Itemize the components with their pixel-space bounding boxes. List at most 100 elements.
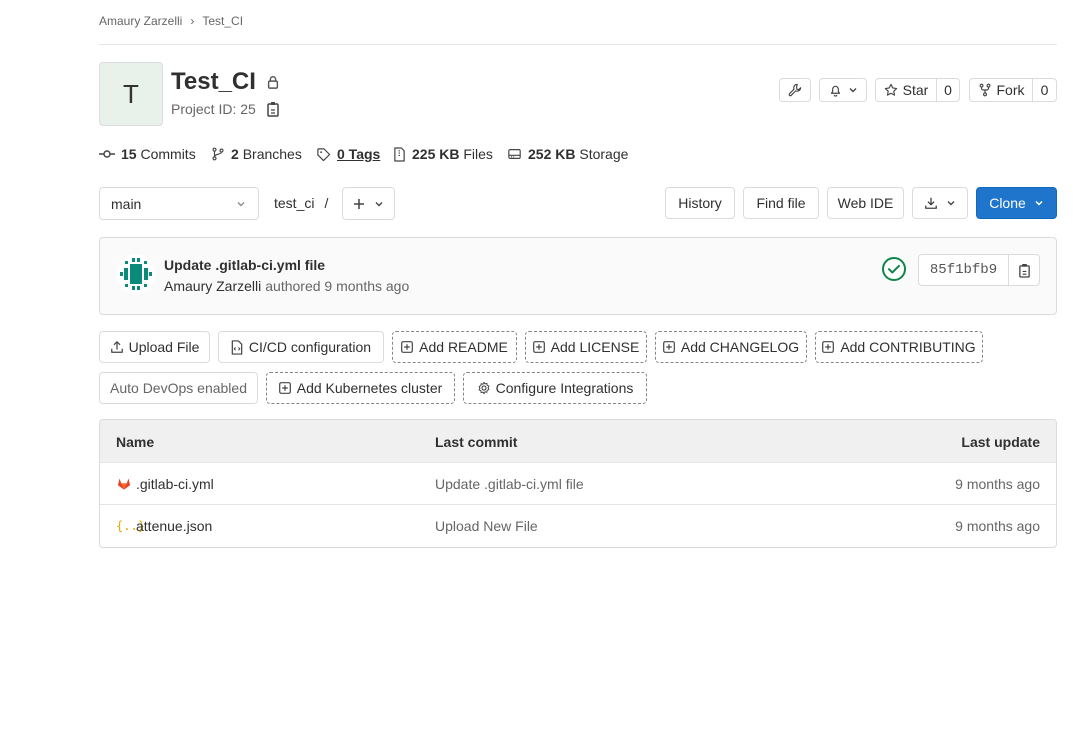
branch-selector[interactable]: main (99, 187, 259, 220)
auto-devops-button[interactable]: Auto DevOps enabled (99, 372, 258, 404)
add-kubernetes-cluster-label: Add Kubernetes cluster (296, 380, 443, 396)
project-title-row: Test_CI (171, 68, 280, 96)
project-id-row: Project ID: 25 (171, 101, 280, 117)
commit-icon (99, 149, 115, 159)
settings-button[interactable] (779, 78, 811, 102)
column-header-last-commit: Last commit (435, 433, 518, 450)
clipboard-icon (1018, 263, 1031, 278)
chevron-down-icon (236, 199, 246, 209)
page-title: Test_CI (171, 68, 256, 95)
plus-square-icon (532, 341, 545, 353)
branch-selector-value: main (111, 195, 142, 212)
plus-square-icon (822, 341, 835, 353)
cicd-configuration-button[interactable]: CI/CD configuration (218, 331, 384, 363)
tags-stat[interactable]: 0 Tags (316, 146, 380, 162)
commit-byline: Amaury Zarzelli authored 9 months ago (164, 278, 409, 294)
star-button[interactable]: Star (875, 78, 937, 102)
add-contributing-label: Add CONTRIBUTING (840, 339, 976, 355)
add-license-button[interactable]: Add LICENSE (525, 331, 647, 363)
add-license-label: Add LICENSE (550, 339, 640, 355)
chevron-down-icon (946, 198, 956, 208)
upload-icon (110, 340, 124, 354)
add-contributing-button[interactable]: Add CONTRIBUTING (815, 331, 983, 363)
upload-file-label: Upload File (128, 339, 200, 355)
tags-link[interactable]: 0 Tags (337, 146, 380, 162)
project-avatar-letter: T (123, 78, 139, 109)
commit-message[interactable]: Update .gitlab-ci.yml file (164, 257, 325, 273)
branches-label: Branches (242, 146, 302, 162)
commits-stat[interactable]: 15 Commits (99, 146, 196, 162)
fork-icon (978, 83, 992, 97)
notifications-dropdown[interactable] (819, 78, 867, 102)
files-size: 225 KB (412, 146, 460, 162)
history-button[interactable]: History (665, 187, 735, 219)
find-file-label: Find file (756, 195, 806, 211)
fork-count[interactable]: 0 (1032, 78, 1057, 102)
doc-code-icon (231, 339, 243, 355)
storage-stat[interactable]: 252 KB Storage (507, 146, 628, 162)
star-count-value: 0 (944, 82, 952, 98)
branch-icon (211, 147, 225, 161)
storage-size: 252 KB (528, 146, 576, 162)
header-divider (99, 44, 1057, 45)
fork-button[interactable]: Fork (969, 78, 1033, 102)
table-row[interactable]: {..} attenue.json Upload New File 9 mont… (100, 504, 1056, 546)
author-avatar[interactable] (116, 254, 156, 294)
repo-path-separator: / (324, 195, 329, 211)
file-last-update: 9 months ago (955, 475, 1040, 492)
project-id: Project ID: 25 (171, 101, 256, 117)
commit-sha-value: 85f1bfb9 (929, 262, 998, 278)
plus-icon (353, 198, 365, 210)
commit-meta: authored 9 months ago (265, 278, 410, 294)
star-icon (884, 83, 898, 97)
add-changelog-label: Add CHANGELOG (680, 339, 800, 355)
pipeline-status-icon[interactable] (881, 256, 907, 282)
add-kubernetes-cluster-button[interactable]: Add Kubernetes cluster (266, 372, 455, 404)
upload-file-button[interactable]: Upload File (99, 331, 210, 363)
column-header-last-update: Last update (961, 433, 1040, 450)
file-last-update: 9 months ago (955, 517, 1040, 534)
add-to-tree-dropdown[interactable] (342, 187, 395, 220)
find-file-button[interactable]: Find file (743, 187, 819, 219)
breadcrumb: Amaury Zarzelli › Test_CI (99, 14, 243, 28)
file-table-header: Name Last commit Last update (100, 420, 1056, 463)
plus-square-icon (662, 341, 675, 353)
lock-icon (266, 75, 280, 89)
download-dropdown[interactable] (912, 187, 968, 219)
files-label: Files (463, 146, 493, 162)
download-icon (924, 196, 938, 210)
tag-icon (316, 147, 331, 162)
table-row[interactable]: .gitlab-ci.yml Update .gitlab-ci.yml fil… (100, 462, 1056, 504)
star-count[interactable]: 0 (936, 78, 960, 102)
branches-stat[interactable]: 2 Branches (211, 146, 302, 162)
project-avatar: T (99, 62, 163, 126)
clone-dropdown[interactable]: Clone (976, 187, 1057, 219)
wrench-icon (788, 83, 802, 97)
configure-integrations-button[interactable]: Configure Integrations (463, 372, 647, 404)
repo-path-root[interactable]: test_ci (274, 195, 314, 211)
files-stat[interactable]: 225 KB Files (393, 146, 493, 162)
disk-icon (507, 147, 522, 161)
copy-sha-button[interactable] (1008, 254, 1040, 286)
file-name[interactable]: .gitlab-ci.yml (136, 476, 214, 492)
gitlab-icon (117, 477, 131, 490)
bell-icon (829, 83, 842, 97)
plus-square-icon (401, 341, 414, 353)
commit-sha[interactable]: 85f1bfb9 (918, 254, 1009, 286)
breadcrumb-project[interactable]: Test_CI (202, 14, 243, 28)
chevron-down-icon (848, 85, 858, 95)
copy-project-id-icon[interactable] (266, 101, 280, 117)
file-name[interactable]: attenue.json (136, 518, 212, 534)
breadcrumb-owner[interactable]: Amaury Zarzelli (99, 14, 182, 28)
add-changelog-button[interactable]: Add CHANGELOG (655, 331, 807, 363)
commit-author[interactable]: Amaury Zarzelli (164, 278, 261, 294)
fork-count-value: 0 (1040, 82, 1049, 98)
web-ide-button[interactable]: Web IDE (827, 187, 904, 219)
file-last-commit[interactable]: Upload New File (435, 518, 538, 534)
gear-icon (477, 381, 491, 395)
cicd-configuration-label: CI/CD configuration (248, 339, 372, 355)
add-readme-button[interactable]: Add README (392, 331, 517, 363)
clone-label: Clone (989, 195, 1026, 211)
file-last-commit[interactable]: Update .gitlab-ci.yml file (435, 476, 584, 492)
repo-path: test_ci / (274, 195, 328, 211)
